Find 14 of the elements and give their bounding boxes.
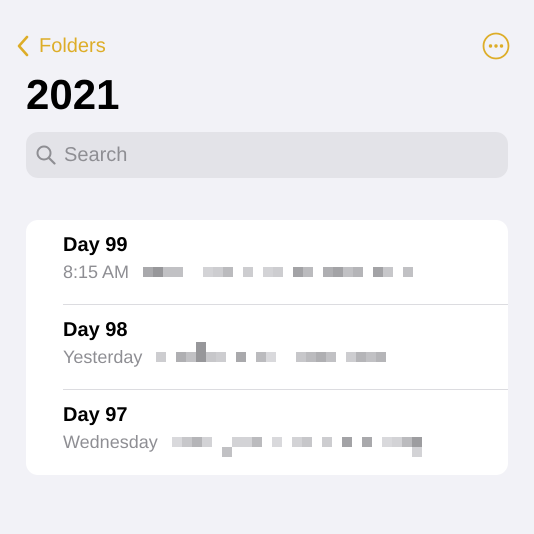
chevron-left-icon — [16, 35, 29, 57]
note-title: Day 97 — [63, 404, 128, 428]
note-item[interactable]: Day 99 8:15 AM — [63, 220, 508, 306]
folder-title: 2021 — [26, 70, 120, 120]
note-date: 8:15 AM — [63, 262, 130, 283]
note-date: Wednesday — [63, 432, 158, 453]
note-date: Yesterday — [63, 346, 142, 368]
more-icon[interactable] — [482, 32, 510, 60]
note-title: Day 98 — [63, 319, 128, 342]
search-field[interactable]: Search — [26, 132, 508, 178]
search-icon — [36, 145, 56, 166]
note-item[interactable]: Day 97 Wednesday — [63, 390, 508, 476]
note-item[interactable]: Day 98 Yesterday — [63, 305, 508, 390]
note-title: Day 99 — [63, 234, 128, 258]
